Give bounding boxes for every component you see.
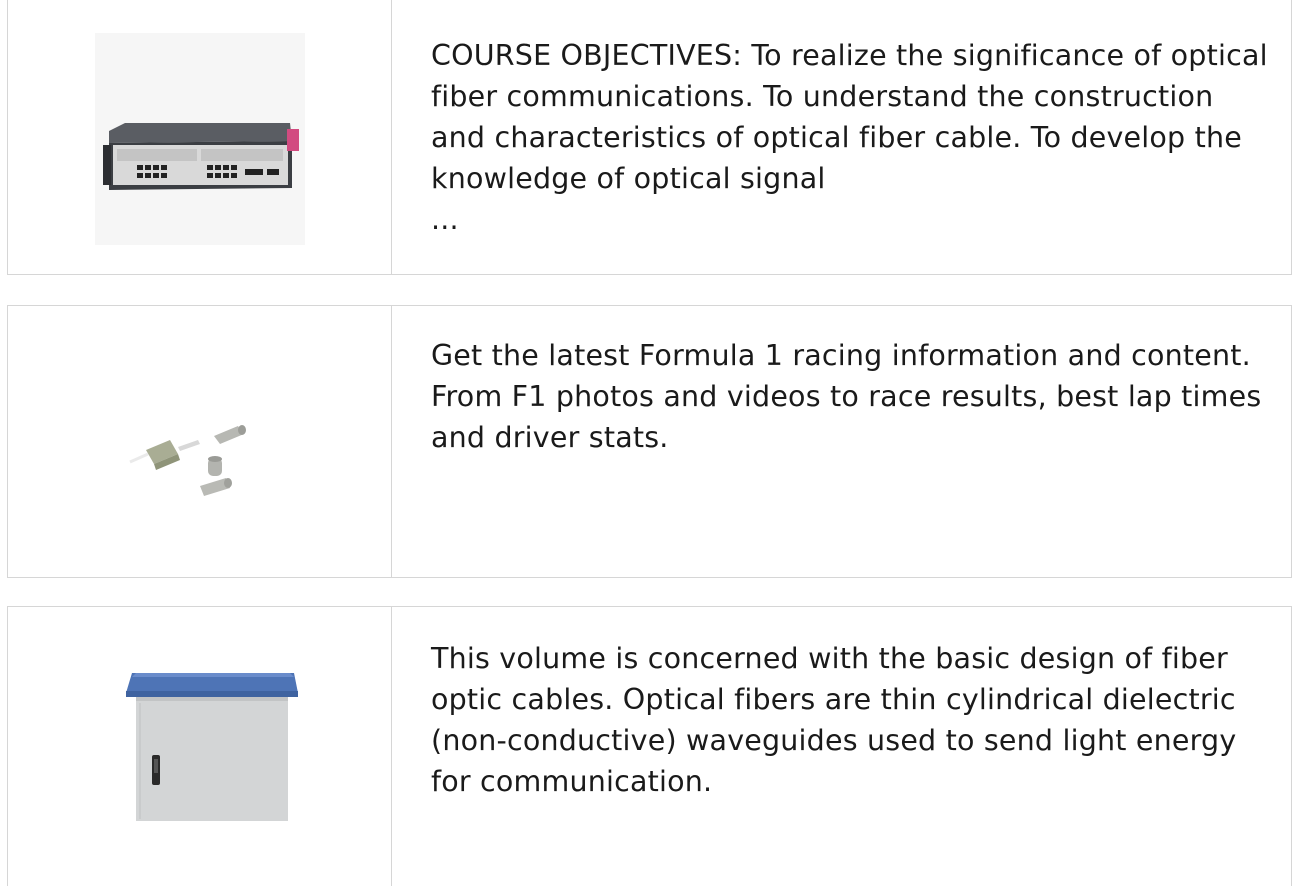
outdoor-cabinet-image[interactable] <box>122 643 304 827</box>
result-description: COURSE OBJECTIVES: To realize the signif… <box>431 35 1271 240</box>
description-text: This volume is concerned with the basic … <box>431 642 1237 798</box>
thumbnail-cell <box>8 0 392 274</box>
thumbnail-cell <box>8 607 392 886</box>
lc-fiber-connector-image[interactable] <box>126 414 256 504</box>
olt-chassis-image[interactable] <box>95 33 305 245</box>
result-description: This volume is concerned with the basic … <box>431 638 1271 802</box>
ellipsis: ... <box>431 203 459 236</box>
description-text: COURSE OBJECTIVES: To realize the signif… <box>431 39 1268 195</box>
description-text: Get the latest Formula 1 racing informat… <box>431 339 1262 454</box>
result-description: Get the latest Formula 1 racing informat… <box>431 335 1271 458</box>
result-card[interactable]: Get the latest Formula 1 racing informat… <box>7 305 1292 578</box>
result-card[interactable]: COURSE OBJECTIVES: To realize the signif… <box>7 0 1292 275</box>
thumbnail-cell <box>8 306 392 577</box>
result-card[interactable]: This volume is concerned with the basic … <box>7 606 1292 886</box>
